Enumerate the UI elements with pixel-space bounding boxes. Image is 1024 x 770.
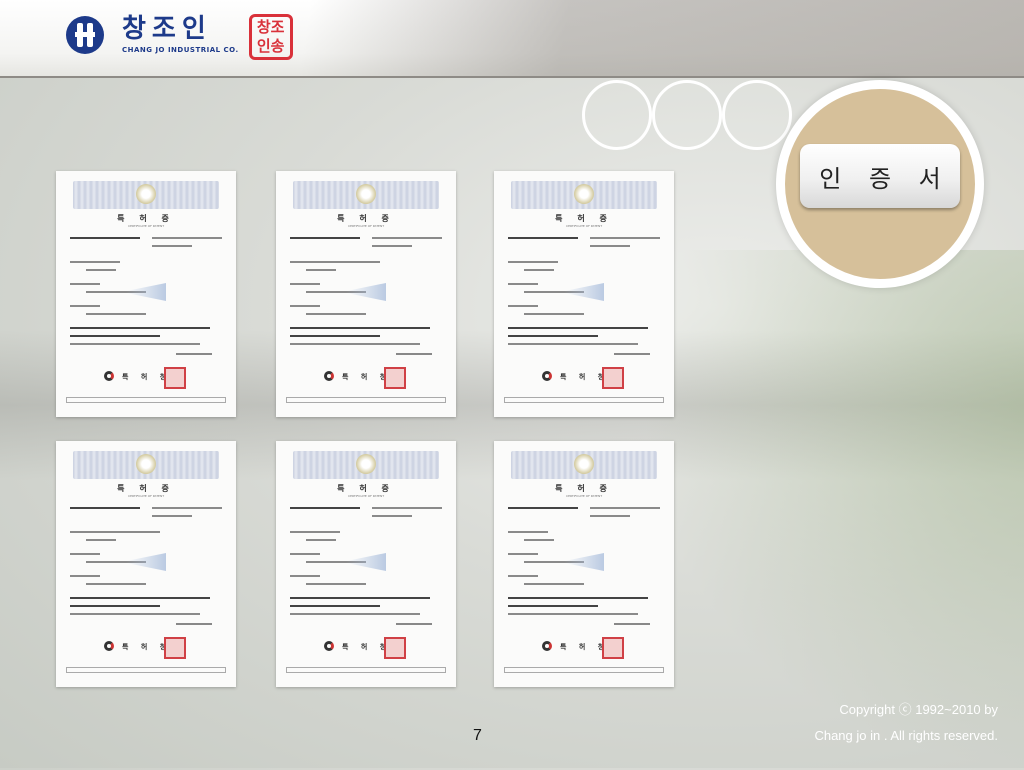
certificate-2[interactable]: 특 허 증 CERTIFICATE OF PATENT 특 허 청 [276, 171, 456, 417]
copyright-line-1: Copyright ⓒ 1992~2010 by [839, 702, 998, 717]
certificate-heading: 특 허 증 [117, 214, 175, 223]
kipo-logo-icon [542, 371, 552, 381]
official-stamp-icon [164, 367, 186, 389]
emblem-icon [356, 184, 376, 204]
certificate-5[interactable]: 특 허 증 CERTIFICATE OF PATENT 특 허 청 [276, 441, 456, 687]
decor-circle-1 [582, 80, 652, 150]
emblem-icon [136, 454, 156, 474]
certificate-subheading: CERTIFICATE OF PATENT [347, 224, 385, 228]
page-number: 7 [473, 727, 482, 744]
seal-line-2: 인송 [256, 37, 285, 55]
certificate-1[interactable]: 특 허 증 CERTIFICATE OF PATENT 특 허 청 [56, 171, 236, 417]
certificate-heading: 특 허 증 [337, 484, 395, 493]
copyright-notice: Copyright ⓒ 1992~2010 by Chang jo in . A… [814, 697, 998, 749]
logo-korean-text: 창조인 [122, 14, 212, 44]
decor-circle-2 [652, 80, 722, 150]
logo-seal: 창조 인송 [248, 14, 293, 60]
certificate-heading: 특 허 증 [337, 214, 395, 223]
certificate-subheading: CERTIFICATE OF PATENT [127, 224, 165, 228]
certificate-heading: 특 허 증 [555, 484, 613, 493]
official-stamp-icon [602, 367, 624, 389]
kipo-logo-icon [104, 371, 114, 381]
certificate-heading: 특 허 증 [117, 484, 175, 493]
kipo-logo-icon [324, 641, 334, 651]
certificate-6[interactable]: 특 허 증 CERTIFICATE OF PATENT 특 허 청 [494, 441, 674, 687]
emblem-icon [574, 184, 594, 204]
certificate-4[interactable]: 특 허 증 CERTIFICATE OF PATENT 특 허 청 [56, 441, 236, 687]
seal-line-1: 창조 [256, 18, 285, 36]
kipo-logo-icon [542, 641, 552, 651]
background-glow [640, 250, 1024, 770]
logo-english-text: CHANG JO INDUSTRIAL CO. [122, 46, 239, 54]
certificate-3[interactable]: 특 허 증 CERTIFICATE OF PATENT 특 허 청 [494, 171, 674, 417]
section-title-button[interactable]: 인 증 서 [800, 144, 960, 208]
emblem-icon [574, 454, 594, 474]
certificate-subheading: CERTIFICATE OF PATENT [565, 224, 603, 228]
kipo-logo-icon [104, 641, 114, 651]
official-stamp-icon [384, 637, 406, 659]
official-stamp-icon [384, 367, 406, 389]
kipo-logo-icon [324, 371, 334, 381]
certificate-subheading: CERTIFICATE OF PATENT [347, 494, 385, 498]
company-logo: 창조인 CHANG JO INDUSTRIAL CO. 창조 인송 [66, 14, 293, 66]
official-stamp-icon [164, 637, 186, 659]
certificate-heading: 특 허 증 [555, 214, 613, 223]
decor-circle-3 [722, 80, 792, 150]
logo-emblem-icon [66, 16, 104, 54]
certificate-subheading: CERTIFICATE OF PATENT [565, 494, 603, 498]
emblem-icon [356, 454, 376, 474]
logo-wordmark: 창조인 CHANG JO INDUSTRIAL CO. [122, 14, 239, 54]
copyright-line-2: Chang jo in . All rights reserved. [814, 728, 998, 743]
official-stamp-icon [602, 637, 624, 659]
emblem-icon [136, 184, 156, 204]
certificate-subheading: CERTIFICATE OF PATENT [127, 494, 165, 498]
